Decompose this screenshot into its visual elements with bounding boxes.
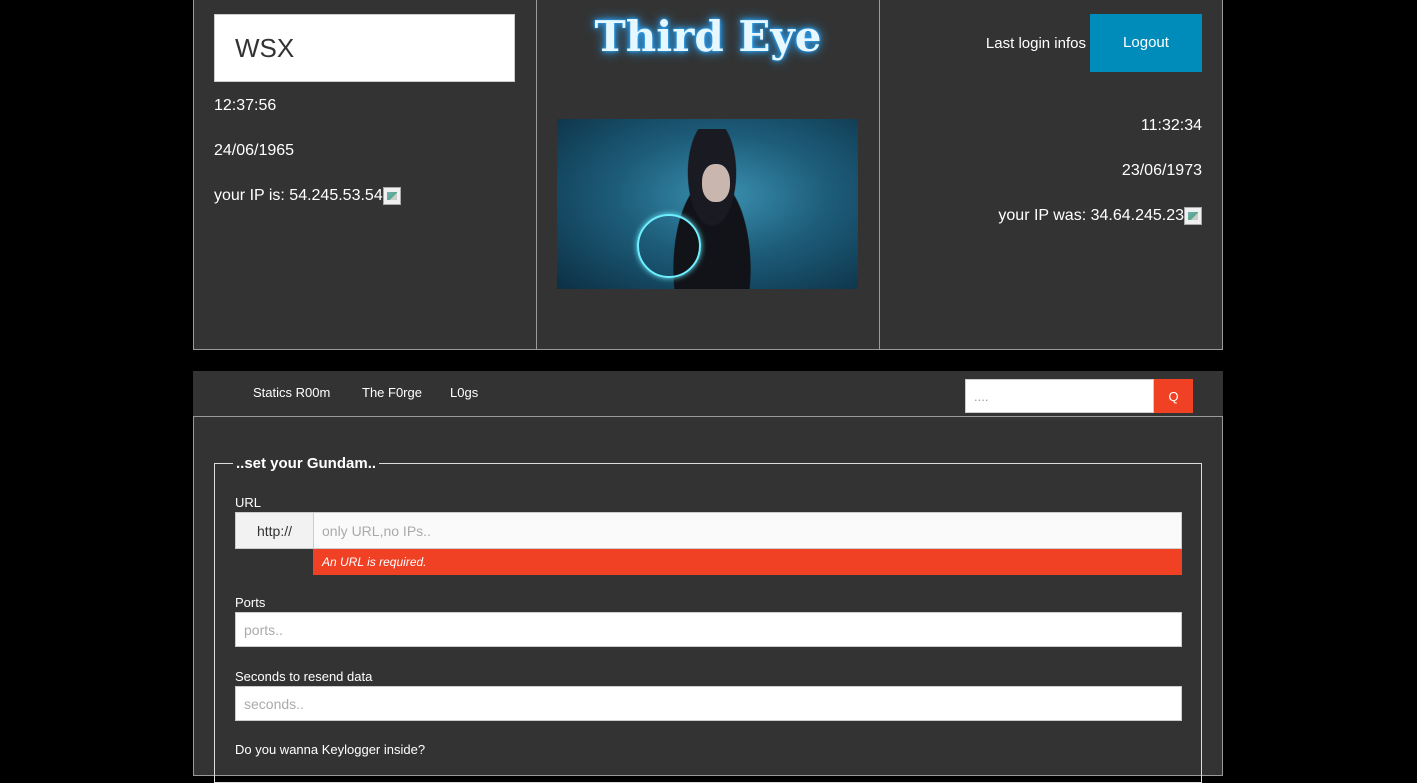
search-button[interactable]: Q — [1154, 379, 1193, 413]
nav-item-logs[interactable]: L0gs — [450, 385, 478, 400]
current-session-panel: WSX 12:37:56 24/06/1965 your IP is: 54.2… — [193, 0, 537, 350]
url-input[interactable] — [313, 512, 1182, 549]
last-login-ip-text: your IP was: 34.64.245.23 — [998, 207, 1184, 225]
last-login-panel: Last login infos Logout 11:32:34 23/06/1… — [879, 0, 1223, 350]
hero-image — [557, 119, 858, 289]
username-display: WSX — [214, 14, 515, 82]
current-date: 24/06/1965 — [214, 142, 295, 159]
keylogger-label: Do you wanna Keylogger inside? — [235, 742, 426, 757]
seconds-input[interactable] — [235, 686, 1182, 721]
current-ip-text: your IP is: 54.245.53.54 — [214, 187, 383, 205]
last-login-time: 11:32:34 — [1140, 117, 1202, 134]
ports-label: Ports — [235, 595, 266, 610]
nav-item-the-forge[interactable]: The F0rge — [362, 385, 422, 400]
url-label: URL — [235, 495, 262, 510]
form-legend: ..set your Gundam.. — [233, 455, 380, 472]
branding-panel: Third Eye — [536, 0, 880, 350]
gundam-form-panel: ..set your Gundam.. URL http:// An URL i… — [193, 416, 1223, 783]
logout-button[interactable]: Logout — [1090, 14, 1202, 72]
last-login-date: 23/06/1973 — [1121, 162, 1202, 179]
seconds-label: Seconds to resend data — [235, 669, 373, 684]
url-error-message: An URL is required. — [313, 549, 1182, 575]
site-title: Third Eye — [594, 12, 822, 61]
flag-image-icon — [382, 187, 401, 205]
flag-image-icon — [1184, 207, 1202, 225]
last-login-ip-row: your IP was: 34.64.245.23 — [998, 207, 1202, 225]
search-input[interactable] — [965, 379, 1154, 413]
last-login-label: Last login infos — [985, 35, 1086, 52]
url-prefix: http:// — [235, 512, 314, 549]
top-nav-bar: Statics R00m The F0rge L0gs Q — [193, 371, 1223, 416]
ports-input[interactable] — [235, 612, 1182, 647]
current-ip-row: your IP is: 54.245.53.54 — [214, 187, 401, 205]
hero-face — [702, 164, 730, 202]
hero-glow-ring — [637, 214, 701, 278]
current-time: 12:37:56 — [214, 97, 277, 114]
nav-item-statics-room[interactable]: Statics R00m — [253, 385, 330, 400]
